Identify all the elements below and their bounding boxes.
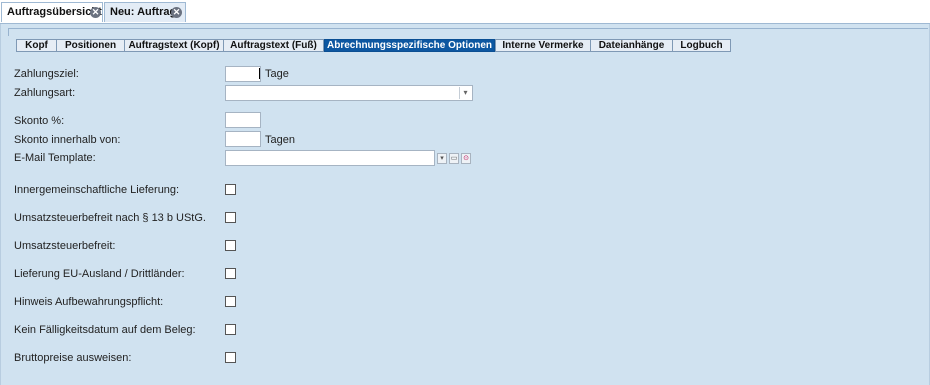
document-tab-bar: Auftragsübersicht ✕ Neu: Auftrag ✕ — [0, 0, 930, 24]
ust-13b-checkbox[interactable] — [225, 212, 236, 223]
tab-logbuch[interactable]: Logbuch — [672, 39, 731, 52]
zahlungsziel-input[interactable] — [225, 66, 261, 82]
zahlungsart-label: Zahlungsart: — [14, 87, 76, 99]
tab-dateianhaenge[interactable]: Dateianhänge — [590, 39, 673, 52]
tab-abrechnungsspezifische-optionen[interactable]: Abrechnungsspezifische Optionen — [324, 39, 495, 52]
ust-befreit-checkbox[interactable] — [225, 240, 236, 251]
chevron-down-icon[interactable]: ▾ — [459, 87, 471, 99]
close-icon[interactable]: ✕ — [171, 7, 182, 18]
close-icon[interactable]: ✕ — [90, 7, 101, 18]
tab-neu-auftrag[interactable]: Neu: Auftrag ✕ — [104, 2, 186, 22]
tab-strip-divider-left — [8, 28, 9, 36]
kein-faelligkeitsdatum-checkbox[interactable] — [225, 324, 236, 335]
bruttopreise-checkbox[interactable] — [225, 352, 236, 363]
clear-icon[interactable]: ⊙ — [461, 153, 471, 164]
tab-positionen[interactable]: Positionen — [56, 39, 125, 52]
email-template-label: E-Mail Template: — [14, 152, 96, 164]
checkbox-label: Bruttopreise ausweisen: — [14, 352, 132, 364]
checkbox-label: Umsatzsteuerbefreit nach § 13 b UStG. — [14, 212, 206, 224]
aufbewahrungspflicht-checkbox[interactable] — [225, 296, 236, 307]
zahlungsziel-label: Zahlungsziel: — [14, 68, 79, 80]
skonto-days-input[interactable] — [225, 131, 261, 147]
skonto-days-label: Skonto innerhalb von: — [14, 134, 121, 146]
skonto-percent-input[interactable] — [225, 112, 261, 128]
innergemeinschaftliche-lieferung-checkbox[interactable] — [225, 184, 236, 195]
tab-auftragstext-kopf[interactable]: Auftragstext (Kopf) — [124, 39, 224, 52]
chevron-down-icon[interactable]: ▾ — [437, 153, 447, 164]
checkbox-label: Umsatzsteuerbefreit: — [14, 240, 116, 252]
skonto-percent-label: Skonto %: — [14, 115, 65, 127]
checkbox-label: Innergemeinschaftliche Lieferung: — [14, 184, 180, 196]
checkbox-label: Lieferung EU-Ausland / Drittländer: — [14, 268, 185, 280]
tab-auftragstext-fuss[interactable]: Auftragstext (Fuß) — [223, 39, 324, 52]
zahlungsziel-unit: Tage — [265, 68, 289, 80]
zahlungsart-select[interactable]: ▾ — [225, 85, 473, 101]
tab-auftragsuebersicht[interactable]: Auftragsübersicht ✕ — [1, 2, 103, 22]
checkbox-label: Hinweis Aufbewahrungspflicht: — [14, 296, 164, 308]
skonto-days-unit: Tagen — [265, 134, 295, 146]
email-template-input[interactable] — [225, 150, 435, 166]
list-icon[interactable]: ▭ — [449, 153, 459, 164]
text-caret — [259, 68, 260, 79]
tab-label: Auftragsübersicht — [7, 6, 102, 18]
tab-label: Neu: Auftrag — [110, 6, 177, 18]
tab-kopf[interactable]: Kopf — [16, 39, 57, 52]
eu-ausland-checkbox[interactable] — [225, 268, 236, 279]
checkbox-label: Kein Fälligkeitsdatum auf dem Beleg: — [14, 324, 196, 336]
tab-interne-vermerke[interactable]: Interne Vermerke — [495, 39, 591, 52]
tab-strip-divider — [8, 28, 928, 29]
